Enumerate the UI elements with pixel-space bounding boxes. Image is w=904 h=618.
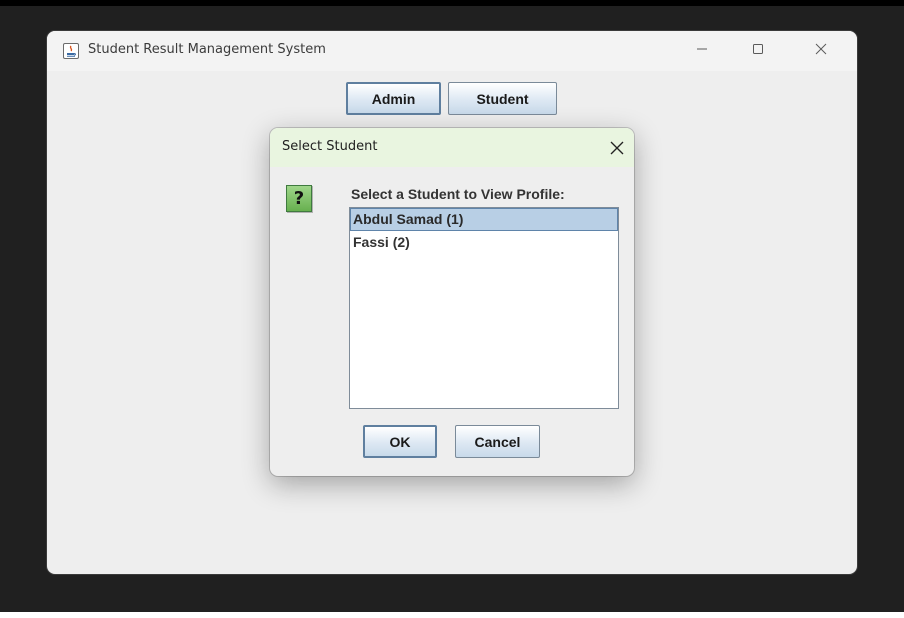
minimize-icon [697,48,707,50]
select-student-dialog: Select Student ? Select a Student to Vie… [270,128,634,476]
java-app-icon [63,43,79,59]
admin-button[interactable]: Admin [346,82,441,115]
question-icon: ? [286,185,312,212]
dialog-message: Select a Student to View Profile: [351,186,565,202]
maximize-icon [753,44,763,54]
screen-top-edge [0,0,904,6]
dialog-title: Select Student [282,139,378,154]
student-button[interactable]: Student [448,82,557,115]
dialog-titlebar[interactable]: Select Student [270,128,634,167]
minimize-button[interactable] [679,31,725,67]
screen-bottom-edge [0,612,904,618]
list-item[interactable]: Abdul Samad (1) [350,208,618,231]
main-window-titlebar[interactable]: Student Result Management System [47,31,857,71]
cancel-button[interactable]: Cancel [455,425,540,458]
dialog-close-button[interactable] [609,140,625,156]
student-list[interactable]: Abdul Samad (1) Fassi (2) [349,207,619,409]
window-title: Student Result Management System [88,42,326,57]
close-icon [815,43,827,55]
list-item[interactable]: Fassi (2) [350,231,618,254]
close-button[interactable] [798,31,844,67]
ok-button[interactable]: OK [363,425,437,458]
close-icon [610,141,624,155]
maximize-button[interactable] [735,31,781,67]
